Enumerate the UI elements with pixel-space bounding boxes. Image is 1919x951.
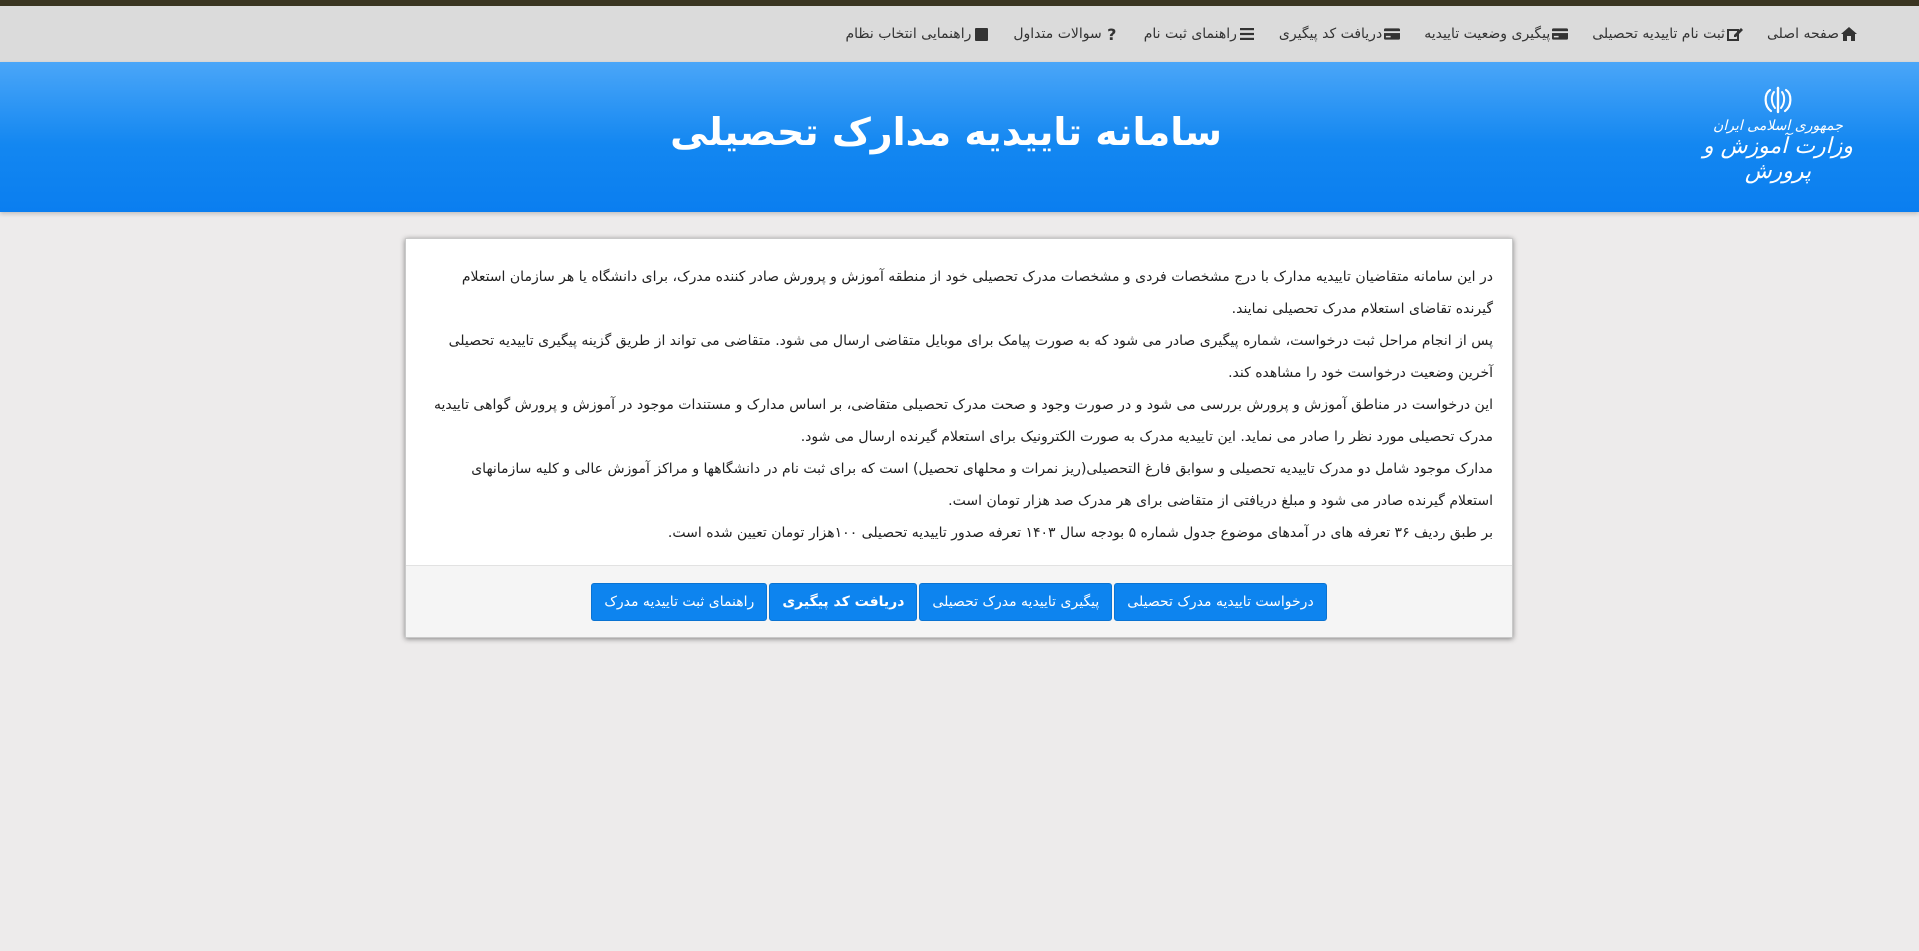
info-paragraph: این درخواست در مناطق آموزش و پرورش بررسی… xyxy=(433,397,1493,445)
credit-card-icon xyxy=(1552,26,1569,42)
nav-item-label: راهنمای ثبت نام xyxy=(1143,26,1237,42)
nav-item-label: صفحه اصلی xyxy=(1766,26,1839,42)
nav-item-registration-guide[interactable]: راهنمای ثبت نام xyxy=(1144,26,1255,42)
nav-item-label: پیگیری وضعیت تاییدیه xyxy=(1424,26,1551,42)
info-paragraph: مدارک موجود شامل دو مدرک تاییدیه تحصیلی … xyxy=(471,461,1493,509)
track-certificate-button[interactable]: پیگیری تاییدیه مدرک تحصیلی xyxy=(919,582,1113,621)
square-icon xyxy=(973,26,989,42)
request-certificate-button[interactable]: درخواست تاییدیه مدرک تحصیلی xyxy=(1114,582,1327,621)
home-icon xyxy=(1841,26,1857,42)
nav-item-label: دریافت کد پیگیری xyxy=(1278,26,1383,42)
header-banner: جمهوری اسلامی ایران وزارت آموزش و پرورش … xyxy=(0,62,1919,212)
info-panel-body: در این سامانه متقاضیان تاییدیه مدارک با … xyxy=(406,239,1512,566)
info-paragraph: در این سامانه متقاضیان تاییدیه مدارک با … xyxy=(461,269,1493,317)
edit-icon xyxy=(1726,26,1743,42)
nav-item-home[interactable]: صفحه اصلی xyxy=(1767,26,1857,42)
registration-guide-button[interactable]: راهنمای ثبت تاییدیه مدرک xyxy=(591,582,768,621)
page-title: سامانه تاییدیه مدارک تحصیلی xyxy=(670,110,1222,154)
nav-item-register[interactable]: ثبت نام تاییدیه تحصیلی xyxy=(1592,26,1743,42)
nav-item-label: راهنمایی انتخاب نظام xyxy=(845,26,972,42)
nav-item-faq[interactable]: ? سوالات متداول xyxy=(1013,24,1119,44)
info-panel: در این سامانه متقاضیان تاییدیه مدارک با … xyxy=(405,238,1513,638)
nav-item-label: سوالات متداول xyxy=(1013,26,1102,42)
nav-item-get-code[interactable]: دریافت کد پیگیری xyxy=(1278,26,1401,42)
nav-item-track-status[interactable]: پیگیری وضعیت تاییدیه xyxy=(1424,26,1569,42)
credit-card-icon xyxy=(1384,26,1401,42)
get-tracking-code-button[interactable]: دریافت کد پیگیری xyxy=(769,582,918,621)
nav-item-system-guide[interactable]: راهنمایی انتخاب نظام xyxy=(845,26,989,42)
list-icon xyxy=(1239,26,1255,42)
top-navbar: صفحه اصلی ثبت نام تاییدیه تحصیلی پیگیری … xyxy=(0,6,1919,62)
nav-item-label: ثبت نام تاییدیه تحصیلی xyxy=(1592,26,1725,42)
info-paragraph: بر طبق ردیف ۳۶ تعرفه های در آمدهای موضوع… xyxy=(667,525,1493,541)
question-icon: ? xyxy=(1107,24,1117,44)
info-paragraph: پس از انجام مراحل ثبت درخواست، شماره پیگ… xyxy=(448,333,1493,381)
info-panel-footer: درخواست تاییدیه مدرک تحصیلی پیگیری تایید… xyxy=(406,566,1512,637)
